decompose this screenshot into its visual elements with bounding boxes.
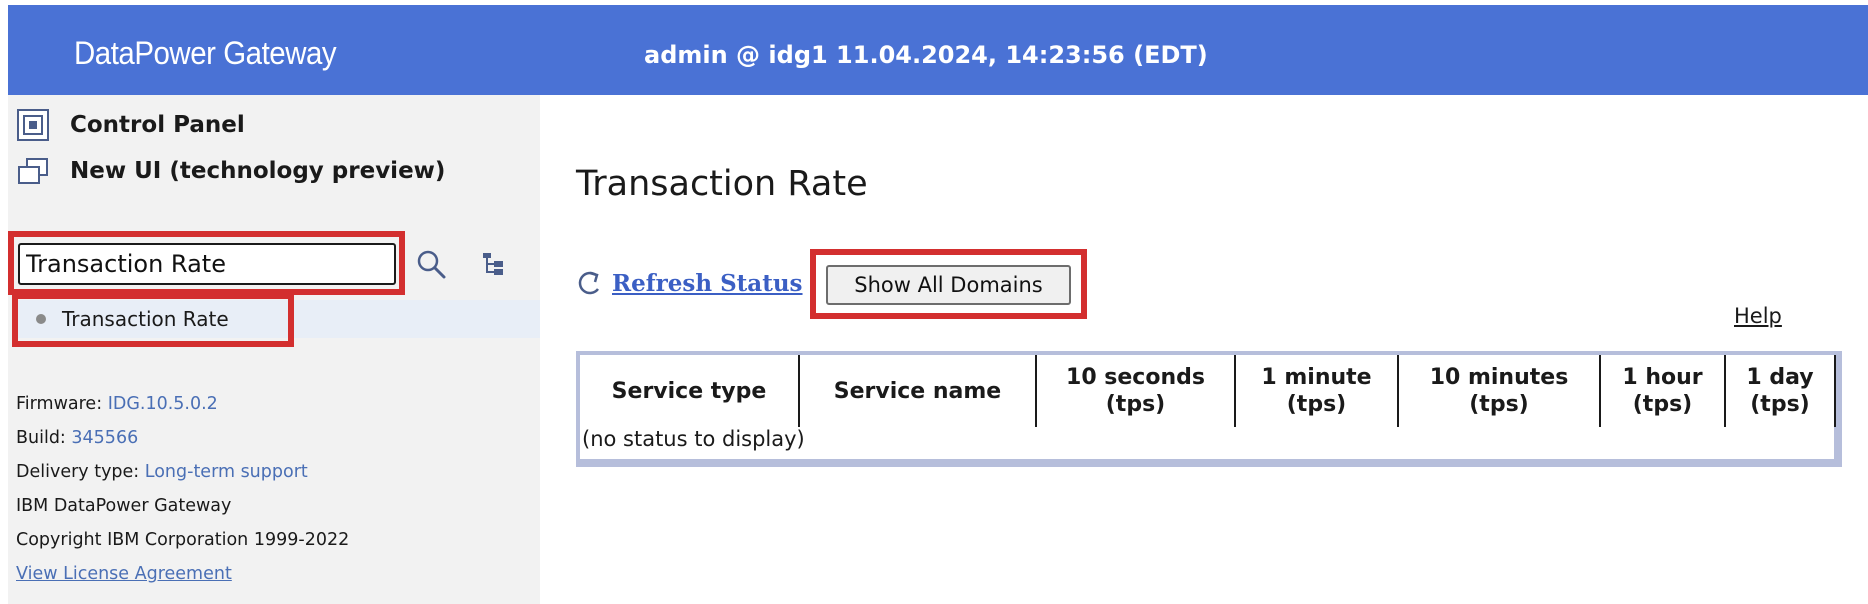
delivery-value: Long-term support <box>144 462 308 482</box>
firmware-value: IDG.10.5.0.2 <box>107 394 218 414</box>
result-highlight-box <box>12 293 294 347</box>
sidebar: Control Panel New UI (technology preview… <box>8 95 540 604</box>
control-panel-icon <box>14 106 52 144</box>
refresh-icon[interactable] <box>574 268 604 298</box>
column-header: 1 hour (tps) <box>1601 355 1726 427</box>
app-window: DataPower Gateway admin @ idg1 11.04.202… <box>0 0 1868 604</box>
empty-status-message: (no status to display) <box>582 427 805 451</box>
search-icon[interactable] <box>412 245 450 283</box>
new-ui-link[interactable]: New UI (technology preview) <box>14 151 445 191</box>
new-ui-icon <box>14 152 52 190</box>
column-header: Service name <box>800 355 1037 427</box>
page-title: Transaction Rate <box>576 164 868 204</box>
column-header: Service type <box>580 355 800 427</box>
tree-icon[interactable] <box>476 247 510 281</box>
firmware-info: Firmware: IDG.10.5.0.2 <box>16 394 218 414</box>
column-header: 10 seconds (tps) <box>1037 355 1236 427</box>
help-link[interactable]: Help <box>1734 304 1782 328</box>
delivery-label: Delivery type: <box>16 462 140 482</box>
show-all-domains-button[interactable]: Show All Domains <box>826 265 1071 305</box>
build-label: Build: <box>16 428 66 448</box>
new-ui-label: New UI (technology preview) <box>70 158 446 184</box>
license-link[interactable]: View License Agreement <box>16 564 232 584</box>
product-name: IBM DataPower Gateway <box>16 496 232 516</box>
control-panel-label: Control Panel <box>70 112 245 138</box>
refresh-status-link[interactable]: Refresh Status <box>612 270 803 297</box>
status-table: Service type Service name 10 seconds (tp… <box>576 351 1842 467</box>
brand-title: DataPower Gateway <box>74 35 337 71</box>
delivery-info: Delivery type: Long-term support <box>16 462 308 482</box>
firmware-label: Firmware: <box>16 394 103 414</box>
session-info: admin @ idg1 11.04.2024, 14:23:56 (EDT) <box>644 41 1208 69</box>
build-info: Build: 345566 <box>16 428 138 448</box>
column-header: 1 minute (tps) <box>1236 355 1399 427</box>
copyright-text: Copyright IBM Corporation 1999-2022 <box>16 530 350 550</box>
control-panel-link[interactable]: Control Panel <box>14 105 245 145</box>
column-header: 1 day (tps) <box>1726 355 1836 427</box>
search-input[interactable] <box>18 243 396 285</box>
license-row: View License Agreement <box>16 564 232 584</box>
top-bar: DataPower Gateway admin @ idg1 11.04.202… <box>8 5 1868 95</box>
status-table-body: Service type Service name 10 seconds (tp… <box>580 355 1836 459</box>
build-value: 345566 <box>71 428 139 448</box>
column-header: 10 minutes (tps) <box>1399 355 1601 427</box>
